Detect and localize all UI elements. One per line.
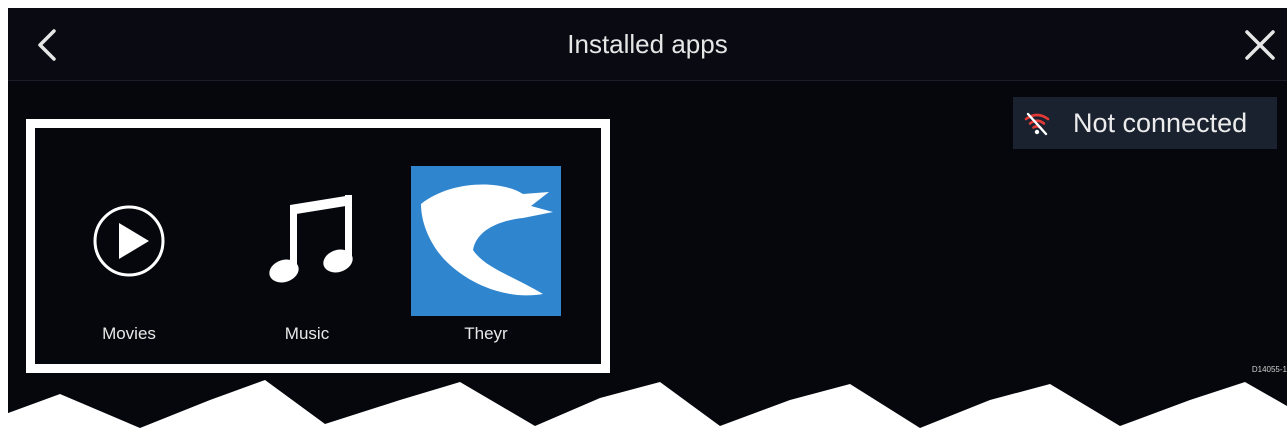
app-label: Theyr [464,324,508,343]
play-circle-icon [93,205,165,277]
connection-status-text: Not connected [1073,107,1248,138]
music-note-icon [269,195,353,283]
app-movies[interactable]: Movies [54,166,204,356]
close-button[interactable] [1243,28,1277,62]
app-label: Movies [102,324,156,343]
close-icon [1245,30,1275,60]
connection-status[interactable]: Not connected [1013,97,1277,149]
theyr-logo-icon [421,184,553,296]
title-bar: Installed apps [8,8,1287,81]
movies-app-icon [54,166,204,316]
app-music[interactable]: Music [232,166,382,356]
app-theyr[interactable]: Theyr [411,166,561,356]
theyr-app-icon [411,166,561,316]
page-title: Installed apps [567,29,728,59]
music-app-icon [232,166,382,316]
app-label: Music [284,324,330,343]
figure: Installed apps Not connected Movies Musi… [0,0,1287,441]
display-screen: Installed apps Not connected Movies Musi… [8,8,1287,441]
chevron-left-icon [38,29,56,61]
back-button[interactable] [30,25,66,65]
wifi-disconnected-icon [1024,112,1050,136]
reference-code: D14055-1 [1251,365,1287,374]
